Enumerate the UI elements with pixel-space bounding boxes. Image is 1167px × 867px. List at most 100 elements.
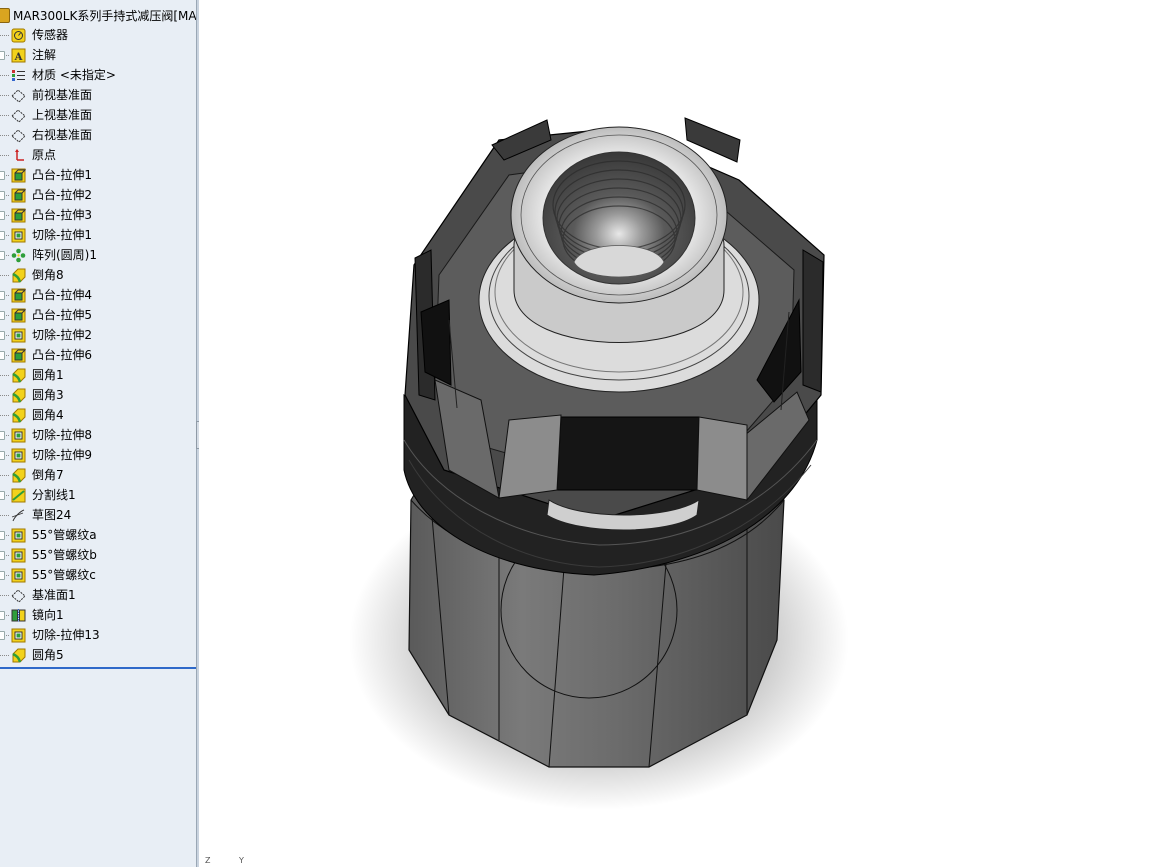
- expand-toggle[interactable]: [0, 291, 5, 300]
- tree-connector: [0, 155, 9, 156]
- tree-item[interactable]: 切除-拉伸8: [0, 425, 196, 445]
- tree-item[interactable]: 草图24: [0, 505, 196, 525]
- expand-toggle[interactable]: [0, 51, 5, 60]
- material-icon: [10, 67, 26, 83]
- part-title-row[interactable]: MAR300LK系列手持式减压阀[MA: [0, 6, 196, 24]
- expand-toggle[interactable]: [0, 611, 5, 620]
- tree-item[interactable]: 凸台-拉伸1: [0, 165, 196, 185]
- tree-item[interactable]: 原点: [0, 145, 196, 165]
- tree-item[interactable]: 凸台-拉伸3: [0, 205, 196, 225]
- tree-connector: [0, 95, 9, 96]
- expand-toggle[interactable]: [0, 551, 5, 560]
- svg-text:A: A: [13, 52, 22, 63]
- tree-item[interactable]: 凸台-拉伸4: [0, 285, 196, 305]
- tree-item[interactable]: 倒角7: [0, 465, 196, 485]
- tree-item-label: 阵列(圆周)1: [32, 248, 97, 262]
- tree-item-label: 倒角8: [32, 268, 64, 282]
- expand-toggle[interactable]: [0, 451, 5, 460]
- tree-item[interactable]: 55°管螺纹a: [0, 525, 196, 545]
- tree-item[interactable]: 传感器: [0, 25, 196, 45]
- tree-item-label: 圆角5: [32, 648, 64, 662]
- tree-connector: [0, 275, 9, 276]
- sketch-icon: [10, 507, 26, 523]
- expand-toggle[interactable]: [0, 571, 5, 580]
- chamfer-icon: [10, 467, 26, 483]
- boss-extrude-icon: [10, 347, 26, 363]
- tree-item[interactable]: 圆角1: [0, 365, 196, 385]
- tree-item[interactable]: 凸台-拉伸6: [0, 345, 196, 365]
- cut-extrude-icon: [10, 627, 26, 643]
- cut-extrude-icon: [10, 447, 26, 463]
- tree-item[interactable]: 阵列(圆周)1: [0, 245, 196, 265]
- tree-item[interactable]: 凸台-拉伸2: [0, 185, 196, 205]
- boss-extrude-icon: [10, 167, 26, 183]
- expand-toggle[interactable]: [0, 351, 5, 360]
- boss-extrude-icon: [10, 307, 26, 323]
- view-triad: Z Y: [205, 856, 270, 865]
- tree-item[interactable]: 分割线1: [0, 485, 196, 505]
- expand-toggle[interactable]: [0, 311, 5, 320]
- tree-item-label: 切除-拉伸8: [32, 428, 92, 442]
- tree-item-label: 右视基准面: [32, 128, 93, 142]
- tree-connector: [0, 35, 9, 36]
- tree-item[interactable]: 圆角3: [0, 385, 196, 405]
- expand-toggle[interactable]: [0, 491, 5, 500]
- tree-item[interactable]: 圆角5: [0, 645, 196, 665]
- cut-extrude-icon: [10, 527, 26, 543]
- triad-y-label: Y: [239, 856, 244, 865]
- fillet-icon: [10, 387, 26, 403]
- tree-item[interactable]: 前视基准面: [0, 85, 196, 105]
- tree-item[interactable]: 切除-拉伸13: [0, 625, 196, 645]
- tree-item[interactable]: 凸台-拉伸5: [0, 305, 196, 325]
- tree-item[interactable]: 右视基准面: [0, 125, 196, 145]
- tree-connector: [0, 75, 9, 76]
- rollback-bar[interactable]: [0, 667, 196, 669]
- tree-connector: [0, 375, 9, 376]
- tree-item-label: 凸台-拉伸6: [32, 348, 92, 362]
- tree-item[interactable]: 55°管螺纹b: [0, 545, 196, 565]
- tree-item[interactable]: 切除-拉伸2: [0, 325, 196, 345]
- expand-toggle[interactable]: [0, 631, 5, 640]
- tree-item[interactable]: 倒角8: [0, 265, 196, 285]
- valve-3d-model[interactable]: [199, 0, 1167, 867]
- tree-item-label: 圆角1: [32, 368, 64, 382]
- circular-pattern-icon: [10, 247, 26, 263]
- cut-extrude-icon: [10, 327, 26, 343]
- expand-toggle[interactable]: [0, 251, 5, 260]
- tree-item-label: 圆角3: [32, 388, 64, 402]
- tree-item-label: 圆角4: [32, 408, 64, 422]
- tree-item[interactable]: 切除-拉伸1: [0, 225, 196, 245]
- tree-item[interactable]: 镜向1: [0, 605, 196, 625]
- cut-extrude-icon: [10, 567, 26, 583]
- part-icon: [0, 7, 10, 23]
- tree-item-label: 切除-拉伸13: [32, 628, 100, 642]
- tree-item[interactable]: 上视基准面: [0, 105, 196, 125]
- graphics-viewport[interactable]: Z Y: [199, 0, 1167, 867]
- tree-item[interactable]: 切除-拉伸9: [0, 445, 196, 465]
- tree-item[interactable]: A 注解: [0, 45, 196, 65]
- tree-connector: [0, 595, 9, 596]
- expand-toggle[interactable]: [0, 531, 5, 540]
- tree-item[interactable]: 材质 <未指定>: [0, 65, 196, 85]
- cut-extrude-icon: [10, 547, 26, 563]
- expand-toggle[interactable]: [0, 211, 5, 220]
- tree-connector: [0, 655, 9, 656]
- expand-toggle[interactable]: [0, 171, 5, 180]
- expand-toggle[interactable]: [0, 331, 5, 340]
- plane-icon: [10, 127, 26, 143]
- annotation-icon: A: [10, 47, 26, 63]
- plane-icon: [10, 587, 26, 603]
- tree-item-label: 上视基准面: [32, 108, 93, 122]
- tree-item-label: 凸台-拉伸1: [32, 168, 92, 182]
- boss-extrude-icon: [10, 287, 26, 303]
- tree-item-label: 镜向1: [32, 608, 64, 622]
- expand-toggle[interactable]: [0, 231, 5, 240]
- tree-item-label: 切除-拉伸9: [32, 448, 92, 462]
- tree-item[interactable]: 55°管螺纹c: [0, 565, 196, 585]
- tree-item[interactable]: 圆角4: [0, 405, 196, 425]
- expand-toggle[interactable]: [0, 191, 5, 200]
- expand-toggle[interactable]: [0, 431, 5, 440]
- tree-item[interactable]: 基准面1: [0, 585, 196, 605]
- tree-item-label: 草图24: [32, 508, 72, 522]
- fillet-icon: [10, 367, 26, 383]
